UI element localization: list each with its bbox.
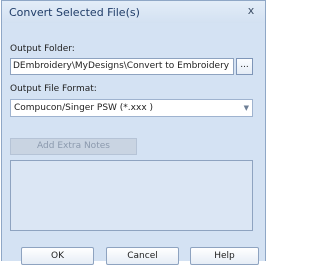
chevron-down-icon[interactable]: ▼ (244, 100, 249, 116)
output-folder-input[interactable]: DEmbroidery\MyDesigns\Convert to Embroid… (10, 58, 234, 75)
close-icon[interactable]: x (245, 5, 257, 17)
help-button[interactable]: Help (190, 247, 259, 265)
title-bar: Convert Selected File(s) x (2, 1, 265, 23)
output-format-value: Compucon/Singer PSW (*.xxx ) (14, 103, 154, 113)
extra-notes-area[interactable] (10, 160, 253, 231)
dialog-title: Convert Selected File(s) (9, 6, 140, 19)
output-folder-label: Output Folder: (10, 44, 75, 54)
browse-button[interactable]: ... (236, 58, 253, 75)
add-extra-notes-button: Add Extra Notes (10, 138, 137, 155)
output-format-select[interactable]: Compucon/Singer PSW (*.xxx ) ▼ (10, 99, 253, 117)
output-format-label: Output File Format: (10, 84, 97, 94)
convert-dialog: Convert Selected File(s) x Output Folder… (1, 0, 266, 265)
cancel-button[interactable]: Cancel (106, 247, 179, 265)
ok-button[interactable]: OK (21, 247, 94, 265)
